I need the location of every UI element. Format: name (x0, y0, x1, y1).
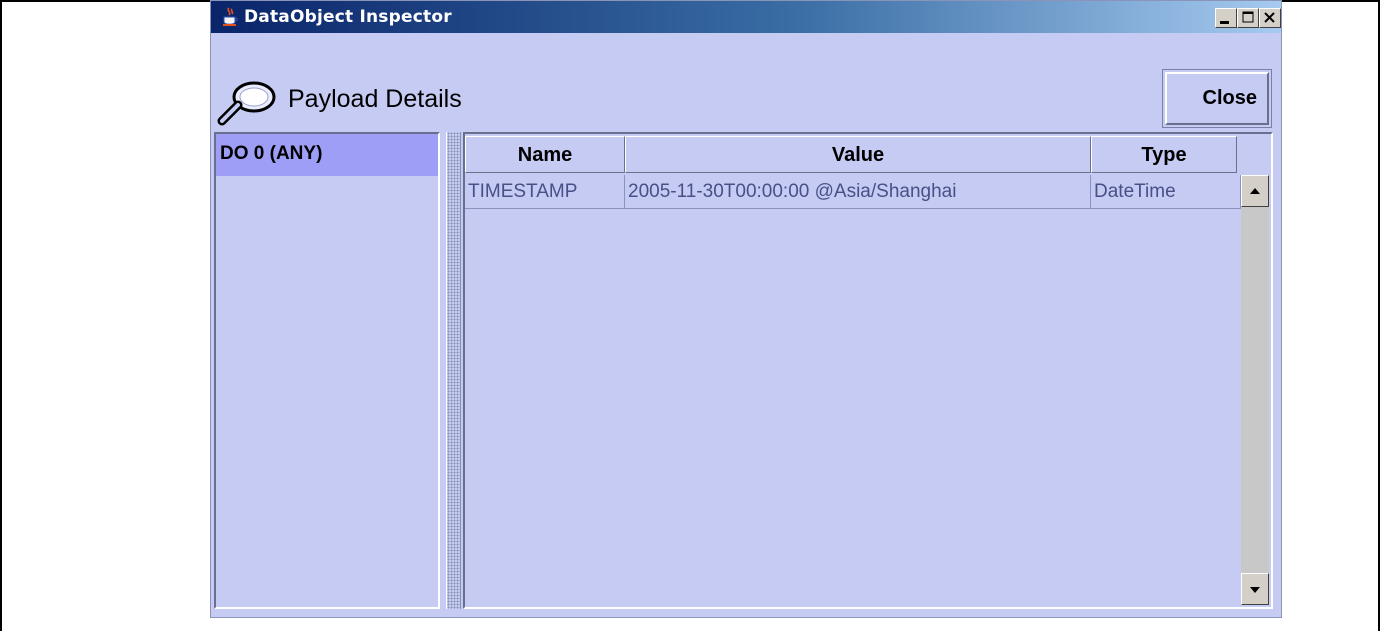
title-bar[interactable]: DataObject Inspector (211, 1, 1281, 33)
minimize-icon (1220, 21, 1229, 24)
minimize-button[interactable] (1215, 8, 1237, 28)
window-title: DataObject Inspector (244, 7, 452, 27)
maximize-icon (1242, 11, 1254, 23)
cell-value[interactable]: 2005-11-30T00:00:00 @Asia/Shanghai (625, 175, 1091, 209)
window-close-button[interactable] (1259, 8, 1281, 28)
column-header-type[interactable]: Type (1091, 136, 1237, 173)
payload-table: Name Value Type TIMESTAMP 2005-11-30T00:… (463, 132, 1273, 609)
tree-item-selected[interactable]: DO 0 (ANY) (216, 134, 438, 176)
vertical-scrollbar[interactable] (1241, 175, 1269, 605)
arrow-up-icon (1250, 188, 1260, 194)
maximize-button[interactable] (1237, 8, 1259, 28)
page-title: Payload Details (288, 85, 462, 113)
dataobject-inspector-window: DataObject Inspector Payload Details Clo… (210, 0, 1282, 618)
magnifier-icon (217, 81, 276, 126)
scroll-up-button[interactable] (1241, 175, 1269, 207)
column-header-name[interactable]: Name (465, 136, 625, 173)
column-header-value[interactable]: Value (625, 136, 1091, 173)
scroll-down-button[interactable] (1241, 573, 1269, 605)
close-x-icon (1264, 12, 1275, 23)
split-pane-divider[interactable] (446, 132, 461, 609)
java-cup-icon (223, 7, 238, 26)
cell-name[interactable]: TIMESTAMP (465, 175, 625, 209)
close-button[interactable]: Close (1165, 72, 1269, 125)
arrow-down-icon (1250, 587, 1260, 593)
cell-type[interactable]: DateTime (1091, 175, 1241, 209)
tree-panel[interactable]: DO 0 (ANY) (214, 132, 440, 609)
